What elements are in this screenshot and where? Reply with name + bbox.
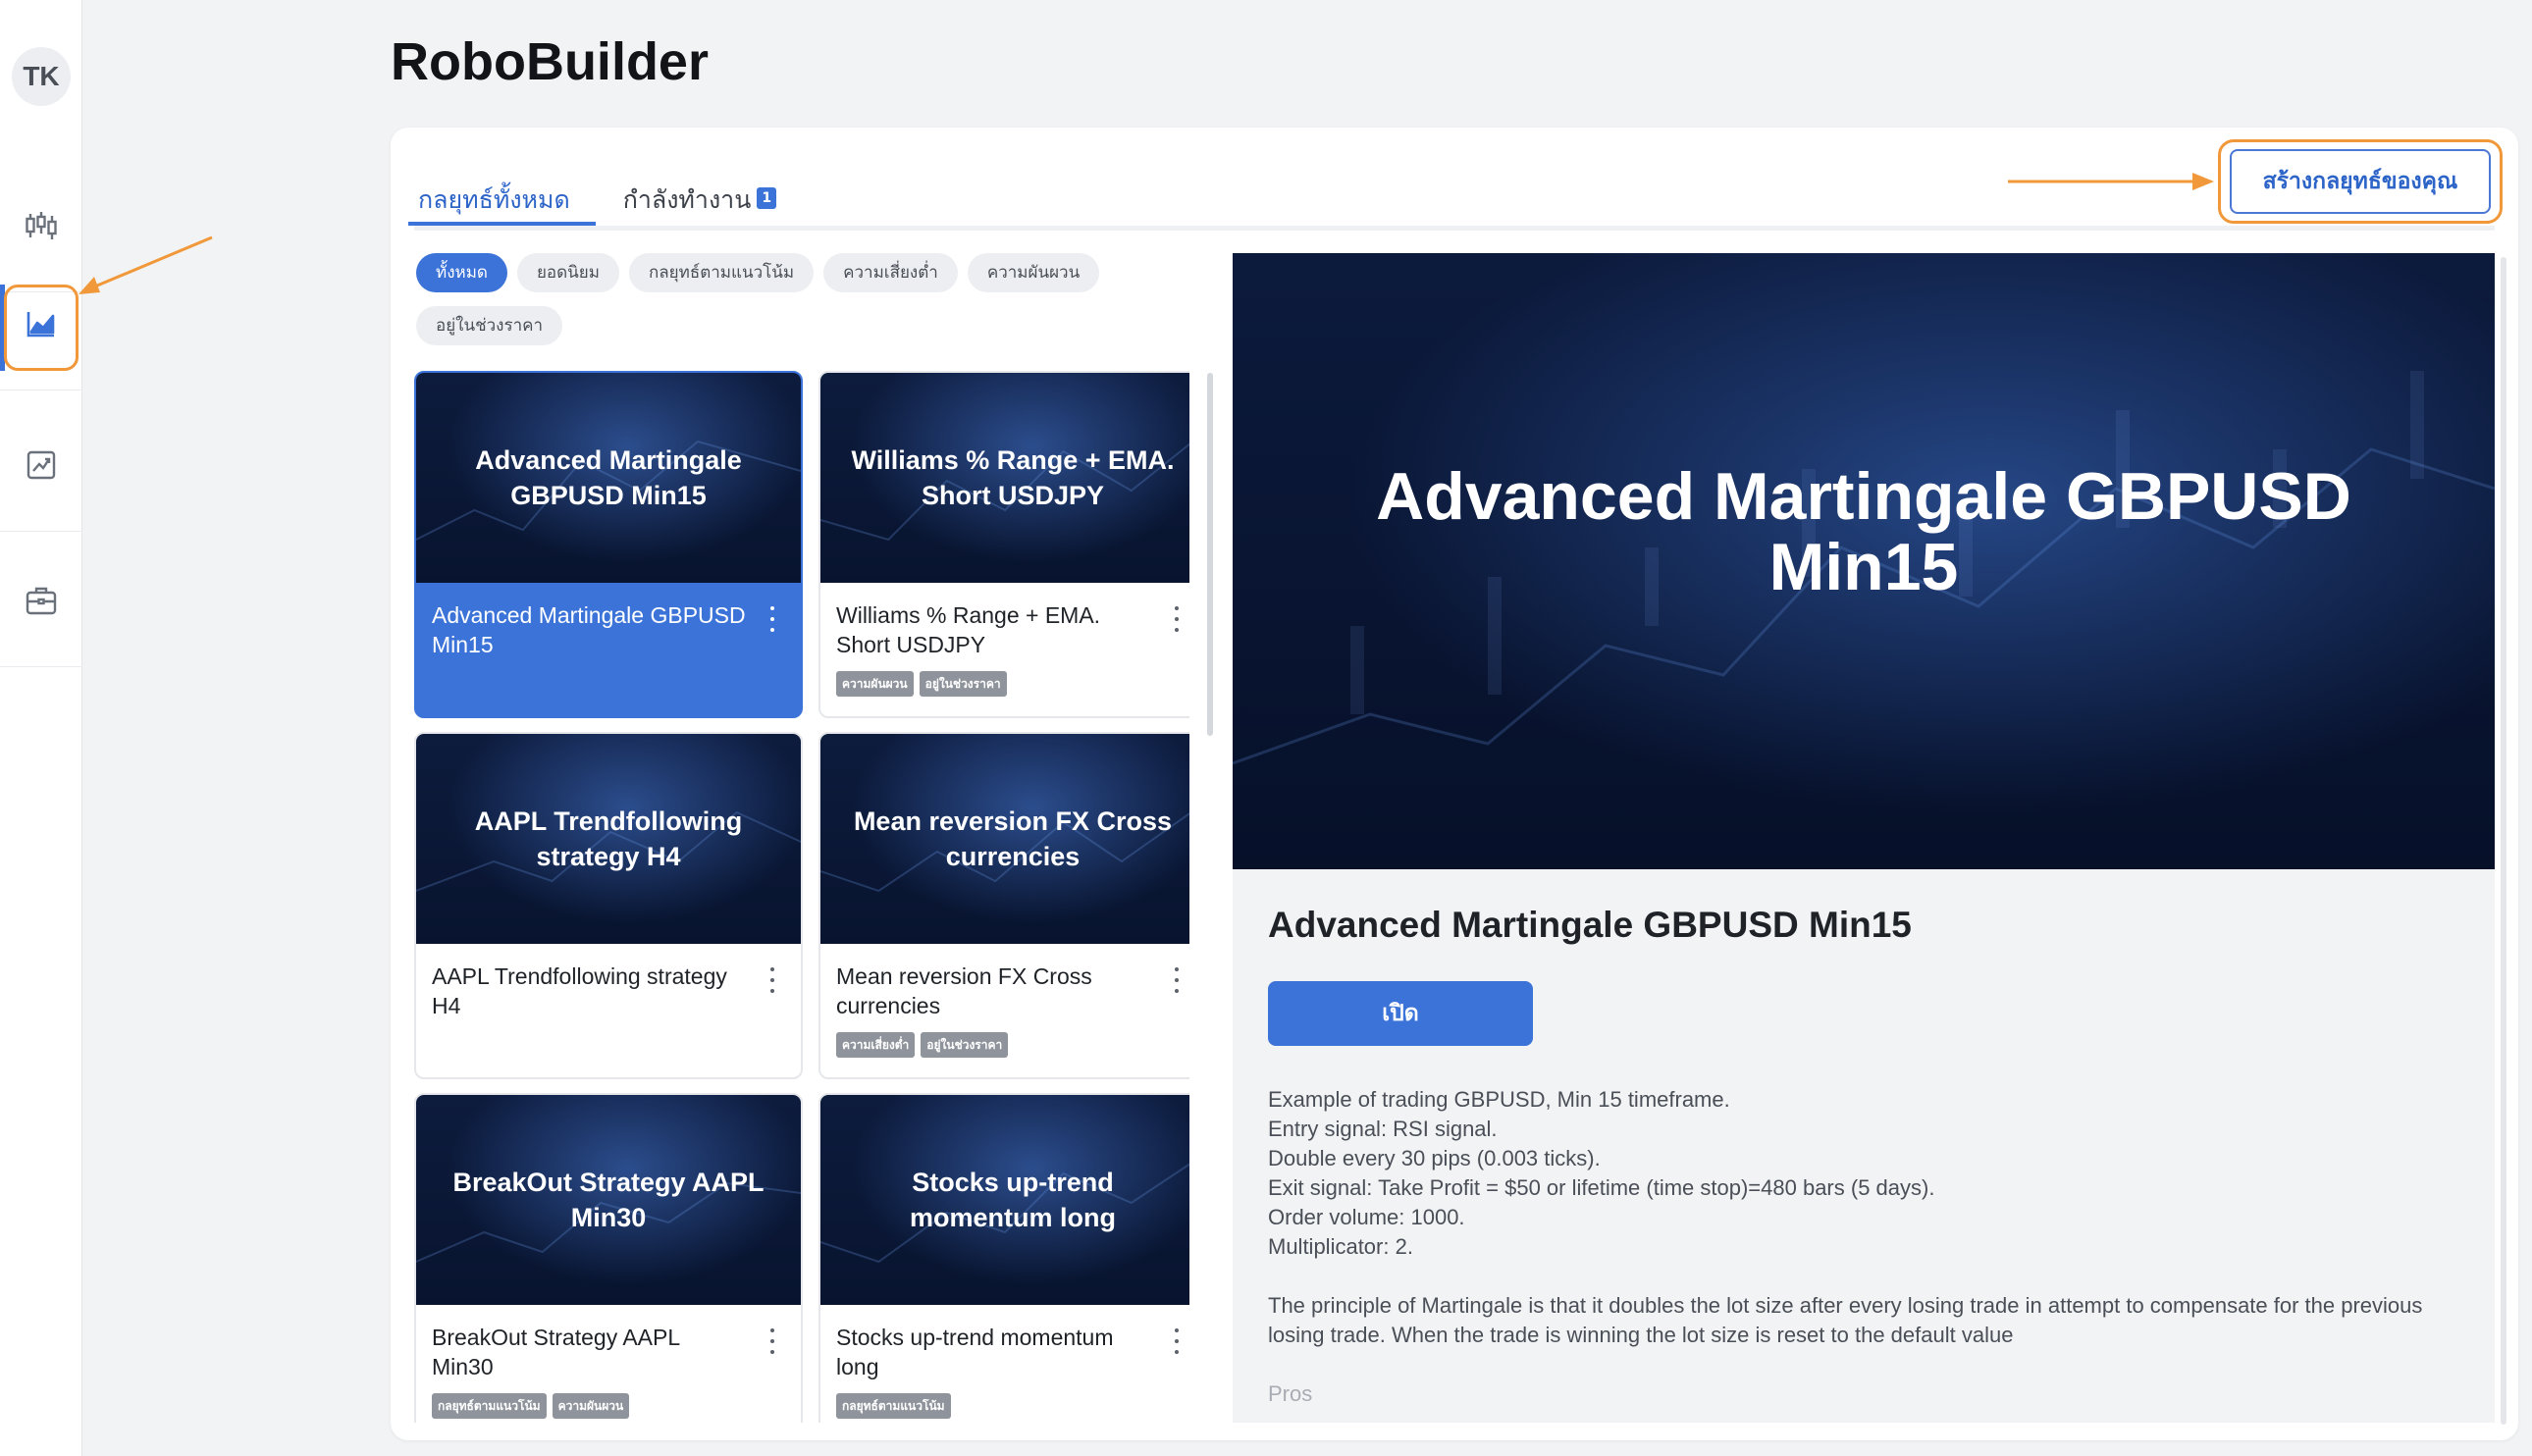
strategy-tag: กลยุทธ์ตามแนวโน้ม (836, 1393, 951, 1419)
strategy-card[interactable]: Advanced Martingale GBPUSD Min15 Advance… (414, 371, 803, 718)
filter-chip-volatility[interactable]: ความผันผวน (967, 253, 1100, 292)
sidebar-item-analytics[interactable] (0, 398, 82, 532)
strategy-tag: อยู่ในช่วงราคา (919, 671, 1007, 697)
strategy-tags: ความผันผวน อยู่ในช่วงราคา (836, 671, 1007, 697)
strategy-thumbnail-title: Stocks up-trend momentum long (910, 1168, 1116, 1232)
strategy-thumbnail: Stocks up-trend momentum long (820, 1095, 1189, 1305)
strategy-description: Example of trading GBPUSD, Min 15 timefr… (1268, 1085, 2465, 1409)
avatar[interactable]: TK (12, 47, 71, 106)
strategy-thumbnail: BreakOut Strategy AAPL Min30 (416, 1095, 801, 1305)
main-card: กลยุทธ์ทั้งหมด กำลังทำงาน 1 สร้างกลยุทธ์ข… (391, 128, 2518, 1440)
page-title: RoboBuilder (391, 32, 709, 91)
description-pros-label: Pros (1268, 1381, 1313, 1406)
strategy-card-name: Stocks up-trend momentum long (836, 1325, 1114, 1379)
strategy-grid: Advanced Martingale GBPUSD Min15 Advance… (414, 371, 1189, 1423)
strategy-card-name: BreakOut Strategy AAPL Min30 (432, 1325, 680, 1379)
briefcase-icon (26, 587, 57, 614)
sidebar-highlight-box (4, 285, 79, 371)
more-options-icon[interactable] (769, 967, 775, 993)
description-principle: The principle of Martingale is that it d… (1268, 1293, 2423, 1347)
detail-title: Advanced Martingale GBPUSD Min15 (1268, 905, 1912, 945)
strategy-thumbnail: AAPL Trendfollowing strategy H4 (416, 734, 801, 944)
strategy-grid-scrollbar[interactable] (1207, 373, 1213, 736)
filter-chip-popular[interactable]: ยอดนิยม (516, 253, 619, 292)
running-count-badge: 1 (757, 187, 777, 209)
strategy-thumbnail-title: Advanced Martingale GBPUSD Min15 (475, 445, 742, 510)
strategy-thumbnail: Williams % Range + EMA. Short USDJPY (820, 373, 1189, 583)
annotation-arrow-icon (2008, 173, 2214, 190)
strategy-detail-hero: Advanced Martingale GBPUSD Min15 (1233, 253, 2495, 869)
description-line: Order volume: 1000. (1268, 1205, 1465, 1229)
filter-chip-trend[interactable]: กลยุทธ์ตามแนวโน้ม (628, 253, 815, 292)
sidebar: TK (0, 0, 82, 1456)
more-options-icon[interactable] (769, 606, 775, 632)
strategy-card-name: Williams % Range + EMA. Short USDJPY (836, 602, 1101, 657)
strategy-thumbnail: Advanced Martingale GBPUSD Min15 (416, 373, 801, 583)
filter-chip-range[interactable]: อยู่ในช่วงราคา (416, 306, 563, 345)
strategy-card-name: Mean reversion FX Cross currencies (836, 963, 1092, 1018)
detail-scrollbar[interactable] (2501, 257, 2506, 1425)
description-line: Exit signal: Take Profit = $50 or lifeti… (1268, 1175, 1935, 1200)
strategy-card-name: AAPL Trendfollowing strategy H4 (432, 963, 727, 1018)
strategy-tags: กลยุทธ์ตามแนวโน้ม ความผันผวน (432, 1393, 630, 1419)
strategy-tag: อยู่ในช่วงราคา (921, 1032, 1009, 1058)
trend-chart-icon (26, 450, 56, 479)
annotation-arrow-icon (79, 235, 213, 294)
description-line: Entry signal: RSI signal. (1268, 1117, 1498, 1141)
strategy-tag: ความผันผวน (552, 1393, 630, 1419)
tab-running[interactable]: กำลังทำงาน 1 (619, 167, 781, 226)
strategy-tags: ความเสี่ยงต่ำ อยู่ในช่วงราคา (836, 1032, 1009, 1058)
tab-running-label: กำลังทำงาน (622, 185, 752, 214)
more-options-icon[interactable] (1174, 1328, 1180, 1354)
more-options-icon[interactable] (1174, 967, 1180, 993)
strategy-thumbnail-title: AAPL Trendfollowing strategy H4 (474, 806, 743, 871)
strategy-card[interactable]: Williams % Range + EMA. Short USDJPY Wil… (818, 371, 1189, 718)
filter-chip-low-risk[interactable]: ความเสี่ยงต่ำ (823, 253, 958, 292)
more-options-icon[interactable] (1174, 606, 1180, 632)
strategy-tag: ความเสี่ยงต่ำ (836, 1032, 916, 1058)
strategy-thumbnail-title: Williams % Range + EMA. Short USDJPY (851, 445, 1175, 510)
strategy-tag: กลยุทธ์ตามแนวโน้ม (432, 1393, 547, 1419)
open-strategy-button[interactable]: เปิด (1268, 981, 1533, 1046)
strategy-thumbnail-title: Mean reversion FX Cross currencies (853, 806, 1173, 871)
description-line: Multiplicator: 2. (1268, 1234, 1413, 1259)
strategy-card[interactable]: Mean reversion FX Cross currencies Mean … (818, 732, 1189, 1079)
strategy-thumbnail-title: BreakOut Strategy AAPL Min30 (452, 1168, 765, 1232)
filter-chip-all[interactable]: ทั้งหมด (416, 253, 507, 292)
strategy-card[interactable]: BreakOut Strategy AAPL Min30 BreakOut St… (414, 1093, 803, 1423)
tab-all-strategies[interactable]: กลยุทธ์ทั้งหมด (408, 167, 596, 226)
create-strategy-button[interactable]: สร้างกลยุทธ์ของคุณ (2230, 149, 2491, 214)
more-options-icon[interactable] (769, 1328, 775, 1354)
strategy-card[interactable]: Stocks up-trend momentum long Stocks up-… (818, 1093, 1189, 1423)
tabs-divider (414, 226, 2495, 231)
strategy-card-name: Advanced Martingale GBPUSD Min15 (432, 602, 746, 657)
strategy-tags: กลยุทธ์ตามแนวโน้ม (836, 1393, 951, 1419)
strategy-detail-panel: Advanced Martingale GBPUSD Min15 Advance… (1233, 253, 2495, 1423)
description-line: Double every 30 pips (0.003 ticks). (1268, 1146, 1601, 1170)
detail-hero-title: Advanced Martingale GBPUSD Min15 (1376, 459, 2351, 604)
tab-bar: กลยุทธ์ทั้งหมด กำลังทำงาน 1 (408, 167, 781, 226)
strategy-card[interactable]: AAPL Trendfollowing strategy H4 AAPL Tre… (414, 732, 803, 1079)
strategy-tag: ความผันผวน (836, 671, 914, 697)
candlestick-icon (26, 211, 57, 239)
strategy-thumbnail: Mean reversion FX Cross currencies (820, 734, 1189, 944)
sidebar-item-portfolio[interactable] (0, 534, 82, 667)
tab-all-strategies-label: กลยุทธ์ทั้งหมด (418, 185, 570, 214)
description-line: Example of trading GBPUSD, Min 15 timefr… (1268, 1087, 1730, 1112)
filter-chips: ทั้งหมด ยอดนิยม กลยุทธ์ตามแนวโน้ม ความเสี่ย… (416, 253, 1162, 359)
